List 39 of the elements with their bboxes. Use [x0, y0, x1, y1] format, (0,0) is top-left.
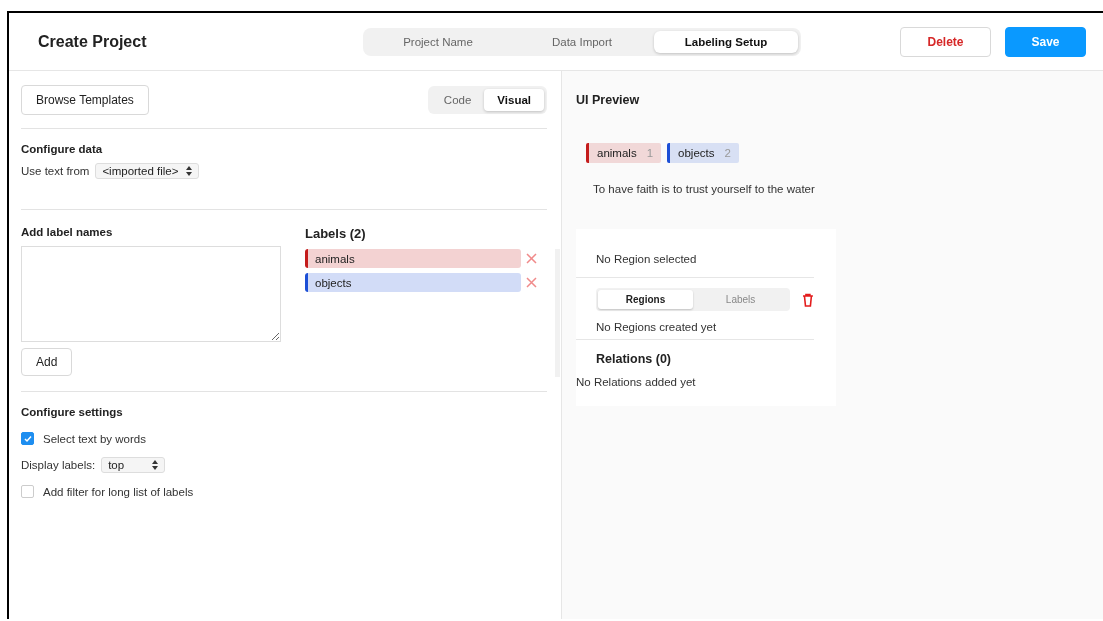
preview-text: To have faith is to trust yourself to the water: [593, 183, 816, 195]
relations-empty: No Relations added yet: [576, 376, 697, 388]
trash-icon[interactable]: [802, 292, 814, 307]
updown-icon: [186, 166, 193, 176]
relations-title: Relations (0): [596, 352, 672, 366]
mode-tab[interactable]: Visual: [484, 89, 544, 111]
updown-icon: [152, 460, 159, 470]
label-names-field[interactable]: [21, 246, 281, 342]
section-title: Configure settings: [21, 406, 124, 418]
check-icon: [23, 434, 32, 443]
close-icon[interactable]: [526, 253, 537, 264]
step-tab[interactable]: Data Import: [510, 30, 654, 53]
step-tab[interactable]: Labeling Setup: [654, 30, 798, 53]
checkbox-label: Add filter for long list of labels: [43, 485, 194, 498]
preview-title: UI Preview: [576, 93, 641, 107]
add-button[interactable]: Add: [21, 348, 73, 376]
checkbox[interactable]: [21, 432, 34, 445]
labels-title: Labels (2): [305, 226, 367, 241]
page-title: Create Project: [38, 32, 148, 51]
label-chip: animals: [305, 249, 521, 268]
section-title: Configure data: [21, 143, 104, 155]
region-tab[interactable]: Regions: [598, 290, 694, 309]
checkbox-label: Select text by words: [43, 432, 146, 445]
display-select[interactable]: top: [101, 457, 166, 473]
close-icon[interactable]: [526, 277, 537, 288]
regions-empty: No Regions created yet: [596, 321, 718, 333]
source-select[interactable]: <imported file>: [95, 163, 200, 179]
mode-tab[interactable]: Code: [430, 89, 485, 111]
label-tag[interactable]: animals 1: [586, 143, 662, 163]
section-title: Add label names: [21, 226, 114, 238]
step-tab[interactable]: Project Name: [366, 30, 510, 53]
field-label: Display labels:: [21, 459, 96, 471]
region-status: No Region selected: [596, 253, 697, 265]
label-chip: objects: [305, 273, 521, 292]
label-tag[interactable]: objects 2: [667, 143, 739, 163]
checkbox[interactable]: [21, 485, 34, 498]
browse-templates-button[interactable]: Browse Templates: [21, 85, 149, 115]
field-label: Use text from: [21, 165, 90, 177]
delete-button[interactable]: Delete: [900, 26, 991, 57]
